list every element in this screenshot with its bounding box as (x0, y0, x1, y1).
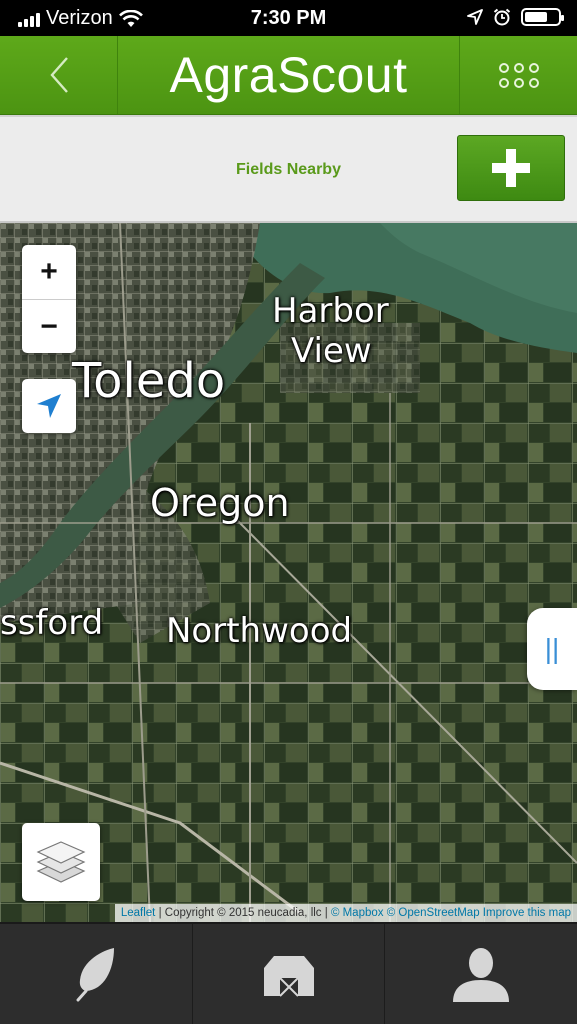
zoom-in-button[interactable]: + (22, 245, 76, 300)
leaf-icon (76, 948, 114, 1002)
place-label-ssford: ssford (0, 603, 104, 643)
place-label-northwood: Northwood (166, 611, 353, 651)
zoom-out-button[interactable]: − (22, 300, 76, 354)
map-attribution: Leaflet | Copyright © 2015 neucadia, llc… (114, 904, 577, 922)
app-header: AgraScout (0, 36, 577, 115)
location-arrow-icon (467, 9, 483, 25)
improve-map-link[interactable]: Improve this map (483, 907, 571, 919)
locate-button[interactable] (22, 379, 76, 433)
back-button[interactable] (0, 36, 118, 114)
layers-icon (36, 841, 86, 883)
barn-icon (263, 956, 314, 997)
user-icon (453, 948, 510, 1002)
app-title: AgraScout (169, 47, 408, 103)
battery-icon (521, 8, 564, 26)
place-label-oregon: Oregon (150, 481, 290, 525)
alarm-icon (493, 8, 511, 26)
map-view[interactable]: Harbor View Toledo Oregon ssford Northwo… (0, 223, 577, 922)
layers-button[interactable] (22, 823, 100, 901)
chevron-left-icon (49, 57, 68, 93)
fields-bar: Fields Nearby (0, 115, 577, 223)
tab-leaf[interactable] (0, 924, 193, 1024)
location-arrow-icon (37, 394, 61, 418)
osm-link[interactable]: © OpenStreetMap (387, 907, 480, 919)
mapbox-link[interactable]: © Mapbox (331, 907, 384, 919)
drawer-handle-button[interactable]: || (527, 608, 577, 690)
zoom-control: + − (22, 245, 76, 353)
menu-button[interactable] (459, 36, 577, 114)
status-bar: Verizon 7:30 PM (0, 0, 577, 36)
place-label-harbor: Harbor (272, 291, 389, 331)
tab-user[interactable] (385, 924, 577, 1024)
place-label-toledo: Toledo (72, 353, 226, 409)
status-right (467, 8, 564, 26)
leaflet-link[interactable]: Leaflet (121, 907, 156, 919)
place-label-view: View (291, 331, 372, 371)
grid-dots-icon (498, 62, 539, 88)
copyright-text: | Copyright © 2015 neucadia, llc | (158, 907, 328, 919)
plus-icon (492, 149, 530, 187)
add-field-button[interactable] (457, 135, 565, 201)
tab-barn[interactable] (193, 924, 386, 1024)
tab-bar (0, 922, 577, 1024)
